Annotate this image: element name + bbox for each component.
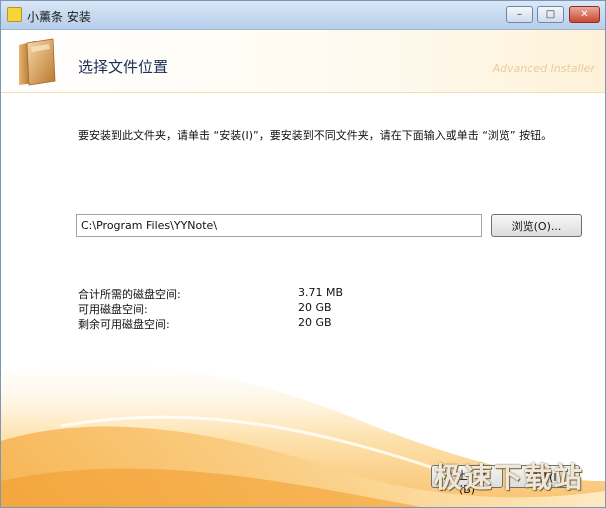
installer-window: 小薰条 安装 – □ ✕ Advanced Installer 选择文件位置 要… xyxy=(0,0,606,508)
install-path-input[interactable] xyxy=(76,214,482,237)
window-title: 小薰条 安装 xyxy=(27,10,91,24)
page-title: 选择文件位置 xyxy=(78,58,169,76)
minimize-button[interactable]: – xyxy=(506,6,533,23)
remaining-space-value: 20 GB xyxy=(298,316,332,329)
maximize-button[interactable]: □ xyxy=(537,6,564,23)
required-space-value: 3.71 MB xyxy=(298,286,344,299)
close-button[interactable]: ✕ xyxy=(569,6,600,23)
app-icon xyxy=(7,7,22,22)
page-header: Advanced Installer 选择文件位置 xyxy=(1,30,605,93)
remaining-space-label: 剩余可用磁盘空间: xyxy=(78,318,170,331)
browse-button[interactable]: 浏览(O)... xyxy=(491,214,582,237)
available-space-label: 可用磁盘空间: xyxy=(78,303,148,316)
instructions-text: 要安装到此文件夹，请单击 “安装(I)”，要安装到不同文件夹，请在下面输入或单击… xyxy=(78,129,553,142)
brand-watermark: Advanced Installer xyxy=(492,62,595,75)
required-space-label: 合计所需的磁盘空间: xyxy=(78,288,181,301)
folder-icon xyxy=(19,38,56,86)
site-watermark: 极速下载站 xyxy=(434,461,585,494)
title-bar[interactable]: 小薰条 安装 – □ ✕ xyxy=(1,1,605,30)
available-space-value: 20 GB xyxy=(298,301,332,314)
